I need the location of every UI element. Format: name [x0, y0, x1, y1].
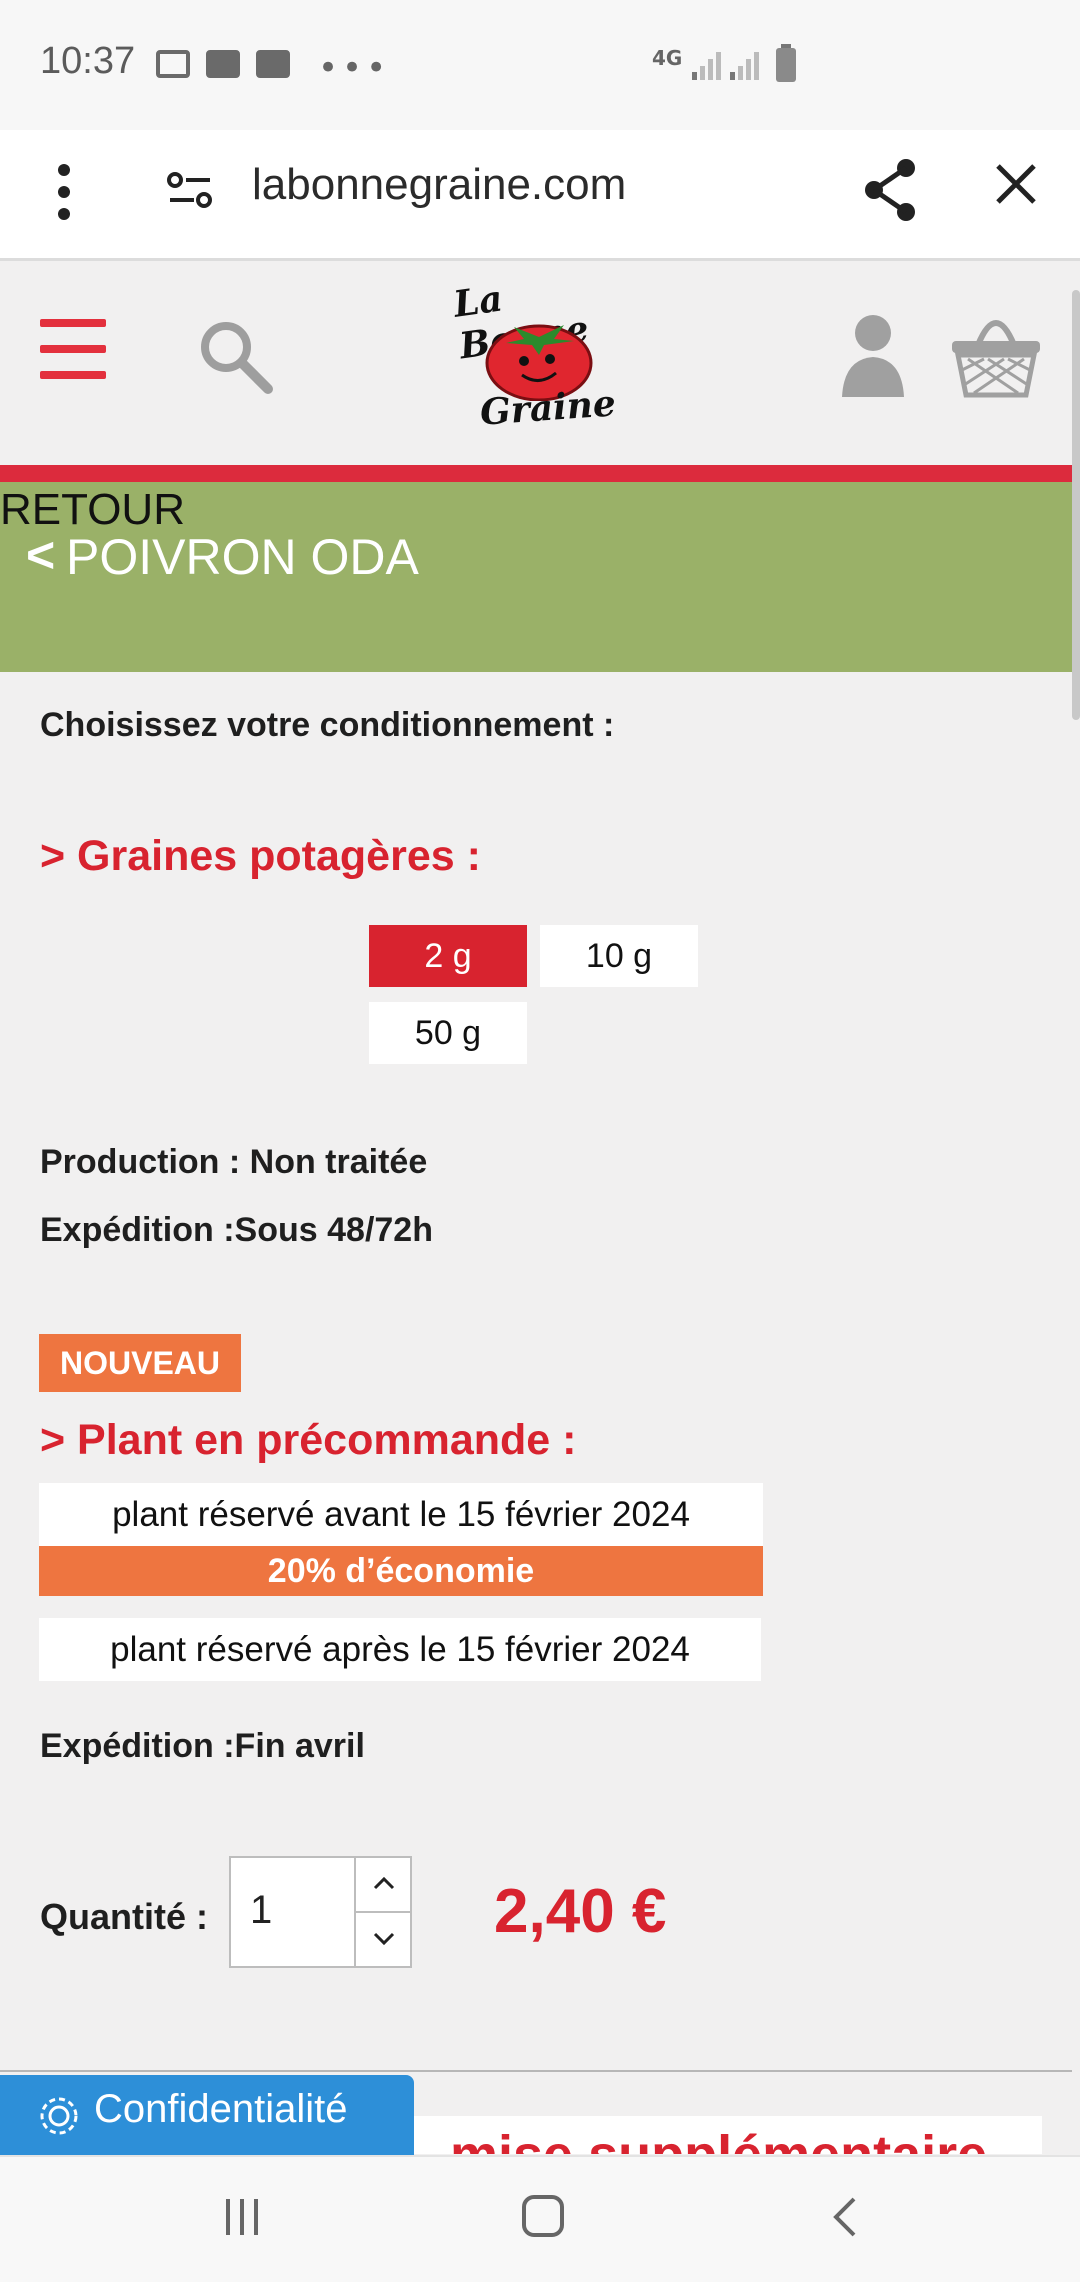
site-logo[interactable]: La Bonne Graine	[440, 263, 640, 443]
logo-text-bottom: Graine	[478, 382, 618, 434]
chevron-down-icon[interactable]	[370, 1924, 398, 1952]
site-header: La Bonne Graine	[0, 261, 1072, 465]
option-10g[interactable]: 10 g	[540, 925, 698, 987]
preorder-shipping-info: Expédition :Fin avril	[40, 1727, 365, 1765]
search-icon[interactable]	[196, 317, 276, 397]
system-nav-bar	[0, 2155, 1080, 2282]
menu-icon[interactable]	[40, 319, 106, 397]
status-time: 10:37	[40, 40, 136, 82]
home-icon[interactable]	[520, 2193, 568, 2241]
header-divider	[0, 465, 1072, 482]
more-options-icon[interactable]	[50, 160, 80, 224]
privacy-button[interactable]: Confidentialité	[0, 2075, 414, 2155]
seeds-heading: > Graines potagères :	[40, 832, 481, 880]
share-icon[interactable]	[862, 154, 922, 224]
basket-icon[interactable]	[948, 305, 1044, 401]
shipping-info: Expédition :Sous 48/72h	[40, 1211, 433, 1249]
option-50g[interactable]: 50 g	[369, 1002, 527, 1064]
chevron-up-icon[interactable]	[370, 1870, 398, 1898]
production-info: Production : Non traitée	[40, 1143, 428, 1181]
browser-toolbar: labonnegraine.com	[0, 130, 1080, 261]
battery-icon	[776, 44, 796, 82]
quantity-label: Quantité :	[40, 1896, 208, 1937]
section-divider	[0, 2070, 1072, 2072]
preorder-heading: > Plant en précommande :	[40, 1416, 577, 1464]
back-chevron-icon[interactable]: <	[26, 526, 55, 584]
preorder-after-option[interactable]: plant réservé après le 15 février 2024	[39, 1618, 761, 1681]
more-notifications-icon: •••	[318, 48, 391, 88]
product-title: POIVRON ODA	[66, 529, 419, 585]
privacy-label: Confidentialité	[94, 2087, 348, 2131]
site-settings-icon[interactable]	[166, 166, 216, 216]
back-icon[interactable]	[826, 2193, 866, 2241]
page-scrollbar[interactable]	[1072, 290, 1080, 720]
product-price: 2,40 €	[494, 1877, 667, 1946]
option-2g[interactable]: 2 g	[369, 925, 527, 987]
discount-banner: 20% d’économie	[39, 1546, 763, 1596]
gear-icon	[40, 2097, 78, 2135]
network-type: 4G	[652, 46, 683, 70]
status-bar: 10:37 ••• 4G	[0, 0, 1080, 130]
recent-apps-icon[interactable]	[222, 2197, 266, 2237]
packaging-heading: Choisissez votre conditionnement :	[40, 706, 615, 744]
close-icon[interactable]	[992, 160, 1042, 210]
product-title-band: RETOUR < POIVRON ODA	[0, 482, 1072, 672]
news-icon	[206, 50, 240, 78]
new-badge: NOUVEAU	[39, 1334, 241, 1392]
calendar-icon	[156, 50, 190, 78]
partial-heading: mise supplémentaire	[450, 2124, 987, 2154]
quantity-input[interactable]: 1	[250, 1888, 272, 1933]
stepper-divider-h	[354, 1911, 412, 1913]
news-icon-2	[256, 50, 290, 78]
url-text[interactable]: labonnegraine.com	[252, 160, 626, 210]
account-icon[interactable]	[838, 311, 908, 401]
preorder-before-option[interactable]: plant réservé avant le 15 février 2024	[39, 1483, 763, 1547]
